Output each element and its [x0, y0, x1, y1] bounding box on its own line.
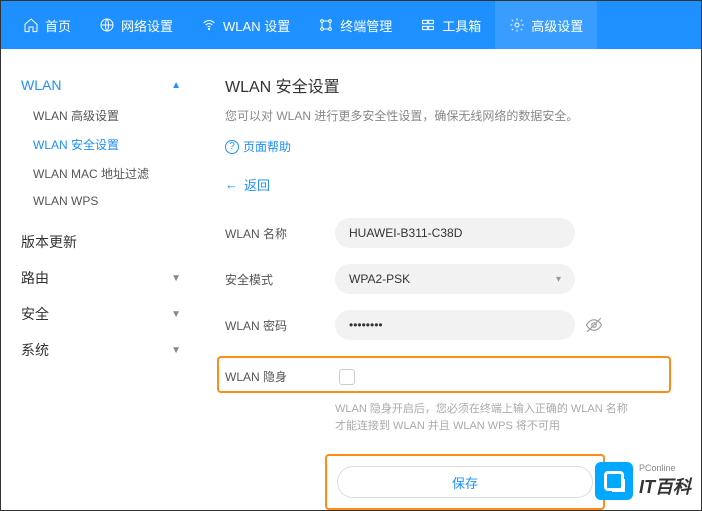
sidebar-item-wlan-security[interactable]: WLAN 安全设置: [21, 130, 201, 159]
chevron-up-icon: ▲: [171, 80, 181, 91]
wlan-hide-hint: WLAN 隐身开启后，您必须在终端上输入正确的 WLAN 名称才能连接到 WLA…: [335, 401, 635, 434]
nav-wlan[interactable]: WLAN 设置: [187, 1, 304, 49]
wlan-hide-checkbox[interactable]: [339, 369, 355, 385]
devices-icon: [318, 17, 334, 33]
sidebar: WLAN ▲ WLAN 高级设置 WLAN 安全设置 WLAN MAC 地址过滤…: [1, 49, 201, 510]
nav-network[interactable]: 网络设置: [85, 1, 187, 49]
home-icon: [23, 17, 39, 33]
watermark-main: IT百科: [639, 477, 691, 497]
chevron-down-icon: ▼: [171, 273, 181, 284]
top-navigation: 首页 网络设置 WLAN 设置 终端管理 工具箱 高级设置: [1, 1, 701, 49]
page-title: WLAN 安全设置: [225, 73, 671, 97]
help-link[interactable]: ? 页面帮助: [225, 138, 291, 155]
main-content: WLAN 安全设置 您可以对 WLAN 进行更多安全性设置，确保无线网络的数据安…: [201, 49, 701, 510]
nav-label: 终端管理: [340, 16, 392, 35]
question-icon: ?: [225, 140, 239, 154]
sidebar-group-routing[interactable]: 路由 ▼: [21, 260, 201, 296]
sidebar-group-wlan[interactable]: WLAN ▲: [21, 69, 201, 101]
security-mode-value: WPA2-PSK: [349, 272, 410, 286]
gear-icon: [509, 17, 525, 33]
chevron-down-icon: ▼: [171, 309, 181, 320]
nav-label: 工具箱: [442, 16, 481, 35]
save-highlight: 保存: [325, 454, 605, 510]
nav-label: 高级设置: [531, 16, 583, 35]
nav-terminal[interactable]: 终端管理: [304, 1, 406, 49]
help-link-label: 页面帮助: [243, 138, 291, 155]
sidebar-item-wlan-wps[interactable]: WLAN WPS: [21, 188, 201, 214]
sidebar-item-wlan-advanced[interactable]: WLAN 高级设置: [21, 101, 201, 130]
nav-label: WLAN 设置: [223, 16, 290, 35]
toolbox-icon: [420, 17, 436, 33]
nav-advanced[interactable]: 高级设置: [495, 1, 597, 49]
globe-icon: [99, 17, 115, 33]
sidebar-group-label: 路由: [21, 268, 49, 288]
sidebar-group-label: WLAN: [21, 77, 61, 93]
wifi-icon: [201, 17, 217, 33]
watermark-sub: PConline: [639, 463, 691, 473]
wlan-hide-label: WLAN 隐身: [225, 368, 335, 385]
nav-toolbox[interactable]: 工具箱: [406, 1, 495, 49]
watermark: PConline IT百科: [595, 462, 691, 500]
watermark-icon: [595, 462, 633, 500]
save-button[interactable]: 保存: [337, 466, 593, 498]
wlan-name-input[interactable]: [335, 218, 575, 248]
nav-label: 首页: [45, 16, 71, 35]
eye-off-icon[interactable]: [585, 316, 603, 339]
page-description: 您可以对 WLAN 进行更多安全性设置，确保无线网络的数据安全。: [225, 107, 671, 124]
sidebar-group-label: 系统: [21, 340, 49, 360]
sidebar-group-label: 版本更新: [21, 232, 77, 252]
security-mode-label: 安全模式: [225, 271, 335, 288]
sidebar-group-security[interactable]: 安全 ▼: [21, 296, 201, 332]
arrow-left-icon: ←: [225, 177, 238, 192]
wlan-name-label: WLAN 名称: [225, 225, 335, 242]
back-link-label: 返回: [244, 175, 270, 194]
back-link[interactable]: ← 返回: [225, 175, 270, 194]
chevron-down-icon: ▼: [171, 345, 181, 356]
wlan-password-input[interactable]: [335, 310, 575, 340]
security-mode-select[interactable]: WPA2-PSK ▾: [335, 264, 575, 294]
chevron-down-icon: ▾: [556, 274, 561, 285]
nav-label: 网络设置: [121, 16, 173, 35]
sidebar-group-label: 安全: [21, 304, 49, 324]
wlan-password-label: WLAN 密码: [225, 317, 335, 334]
nav-home[interactable]: 首页: [9, 1, 85, 49]
sidebar-group-update[interactable]: 版本更新: [21, 224, 201, 260]
wlan-hide-highlight: WLAN 隐身: [217, 356, 671, 393]
sidebar-item-wlan-mac[interactable]: WLAN MAC 地址过滤: [21, 159, 201, 188]
sidebar-group-system[interactable]: 系统 ▼: [21, 332, 201, 368]
